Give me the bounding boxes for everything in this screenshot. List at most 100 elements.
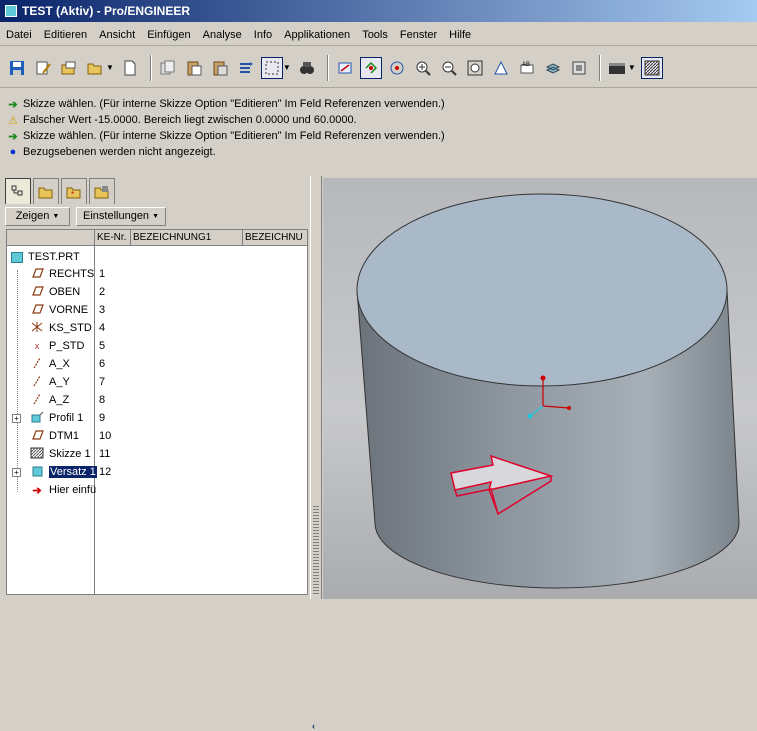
menu-editieren[interactable]: Editieren — [44, 29, 87, 41]
tree-header: KE-Nr. BEZEICHNUNG1 BEZEICHNU — [7, 230, 307, 246]
sketch-icon — [29, 447, 45, 462]
regenerate-icon[interactable] — [235, 57, 257, 79]
datum-axis-icon — [29, 357, 45, 372]
app-icon — [5, 5, 17, 17]
tree-item[interactable]: + Profil 1 9 — [7, 409, 307, 427]
tree-item[interactable]: A_X 6 — [7, 355, 307, 373]
navigator-tabs: * — [5, 178, 305, 204]
menu-einfuegen[interactable]: Einfügen — [147, 29, 190, 41]
datum-axis-icon — [29, 375, 45, 390]
folder-open-icon[interactable] — [84, 57, 106, 79]
toolbar-separator — [326, 54, 329, 81]
datum-plane-icon — [29, 303, 45, 317]
open-icon[interactable] — [58, 57, 80, 79]
view-manager-icon[interactable] — [568, 57, 590, 79]
chevron-down-icon[interactable]: ▼ — [283, 63, 291, 72]
chevron-down-icon[interactable]: ▼ — [628, 63, 636, 72]
tree-item[interactable]: x P_STD 5 — [7, 337, 307, 355]
message-line: ⚠ Falscher Wert -15.0000. Bereich liegt z… — [6, 112, 751, 128]
menu-hilfe[interactable]: Hilfe — [449, 29, 471, 41]
paste-special-icon[interactable] — [209, 57, 231, 79]
toolbar: ▼ ▼ AB ▼ — [0, 48, 757, 88]
menu-ansicht[interactable]: Ansicht — [99, 29, 135, 41]
datum-point-icon: x — [34, 341, 40, 351]
edit-icon[interactable] — [32, 57, 54, 79]
tree-root[interactable]: TEST.PRT — [7, 248, 307, 266]
datum-plane-icon — [29, 267, 45, 281]
connections-tab-icon[interactable] — [89, 178, 115, 204]
hidden-line-icon[interactable] — [640, 56, 663, 79]
menu-bar: Datei Editieren Ansicht Einfügen Analyse… — [0, 24, 757, 46]
svg-text:*: * — [71, 190, 74, 199]
copy-icon[interactable] — [157, 57, 179, 79]
column-header-ke-nr[interactable]: KE-Nr. — [95, 230, 131, 245]
part-icon — [11, 251, 23, 263]
reorient-icon[interactable] — [490, 57, 512, 79]
toolbar-separator — [149, 54, 152, 81]
cylinder-top-face[interactable] — [356, 193, 728, 387]
title-bar: TEST (Aktiv) - Pro/ENGINEER — [0, 0, 757, 22]
coordinate-system-icon — [29, 321, 45, 336]
zoom-in-icon[interactable] — [412, 57, 434, 79]
paste-icon[interactable] — [183, 57, 205, 79]
svg-text:AB: AB — [522, 62, 530, 68]
menu-applikationen[interactable]: Applikationen — [284, 29, 350, 41]
splitter-grip[interactable] — [313, 506, 319, 596]
annotation-icon[interactable]: AB — [516, 57, 538, 79]
graphics-viewport[interactable] — [323, 178, 757, 599]
offset-icon — [29, 465, 45, 480]
selection-box-icon[interactable] — [260, 56, 283, 79]
menu-info[interactable]: Info — [254, 29, 272, 41]
column-header-bezeichnung1[interactable]: BEZEICHNUNG1 — [131, 230, 243, 245]
datum-point-icon[interactable] — [359, 56, 382, 79]
menu-analyse[interactable]: Analyse — [203, 29, 242, 41]
column-header-bezeichnung2[interactable]: BEZEICHNU — [243, 230, 307, 245]
sketch-icon[interactable] — [334, 57, 356, 79]
datum-axis-icon — [29, 393, 45, 408]
chevron-down-icon: ▼ — [152, 212, 159, 220]
tree-item[interactable]: KS_STD 4 — [7, 319, 307, 337]
menu-fenster[interactable]: Fenster — [400, 29, 437, 41]
save-icon[interactable] — [6, 57, 28, 79]
spin-center-icon[interactable] — [386, 57, 408, 79]
find-icon[interactable] — [296, 57, 318, 79]
tree-item[interactable]: VORNE 3 — [7, 301, 307, 319]
model-tree-tab-icon[interactable] — [5, 178, 31, 204]
expand-icon[interactable]: + — [12, 413, 21, 423]
datum-plane-icon — [29, 429, 45, 443]
collapse-chevron-icon[interactable]: ‹ — [312, 721, 315, 731]
message-area: ➔ Skizze wählen. (Für interne Skizze Opti… — [0, 92, 757, 168]
window-title: TEST (Aktiv) - Pro/ENGINEER — [22, 4, 191, 18]
settings-button[interactable]: Einstellungen ▼ — [76, 206, 166, 226]
green-arrow-icon: ➔ — [8, 130, 18, 143]
layers-icon[interactable] — [542, 57, 564, 79]
model-tree: KE-Nr. BEZEICHNUNG1 BEZEICHNU TEST.PRT R… — [6, 229, 308, 595]
shading-icon[interactable] — [606, 57, 628, 79]
warning-icon: ⚠ — [8, 114, 18, 127]
zoom-out-icon[interactable] — [438, 57, 460, 79]
message-line: ● Bezugsebenen werden nicht angezeigt. — [6, 144, 751, 160]
favorites-tab-icon[interactable]: * — [61, 178, 87, 204]
tree-item[interactable]: A_Y 7 — [7, 373, 307, 391]
tree-item[interactable]: A_Z 8 — [7, 391, 307, 409]
info-dot-icon: ● — [9, 146, 17, 158]
tree-item-selected[interactable]: + Versatz 1 12 — [7, 463, 307, 481]
insert-here-icon: ➔ — [32, 484, 42, 497]
column-header-name[interactable] — [7, 230, 95, 245]
tree-item[interactable]: ➔ Hier einfü — [7, 481, 307, 499]
panel-splitter[interactable]: ‹ — [310, 176, 322, 731]
message-line: ➔ Skizze wählen. (Für interne Skizze Opti… — [6, 128, 751, 144]
tree-item[interactable]: OBEN 2 — [7, 283, 307, 301]
tree-item[interactable]: DTM1 10 — [7, 427, 307, 445]
menu-datei[interactable]: Datei — [6, 29, 32, 41]
expand-icon[interactable]: + — [12, 467, 21, 477]
tree-item[interactable]: RECHTS 1 — [7, 265, 307, 283]
show-button[interactable]: Zeigen ▼ — [5, 206, 70, 226]
tree-item[interactable]: Skizze 1 11 — [7, 445, 307, 463]
chevron-down-icon[interactable]: ▼ — [106, 63, 114, 72]
folder-browser-tab-icon[interactable] — [33, 178, 59, 204]
chevron-down-icon: ▼ — [52, 212, 60, 220]
refit-icon[interactable] — [464, 57, 486, 79]
new-file-icon[interactable] — [119, 57, 141, 79]
menu-tools[interactable]: Tools — [362, 29, 388, 41]
